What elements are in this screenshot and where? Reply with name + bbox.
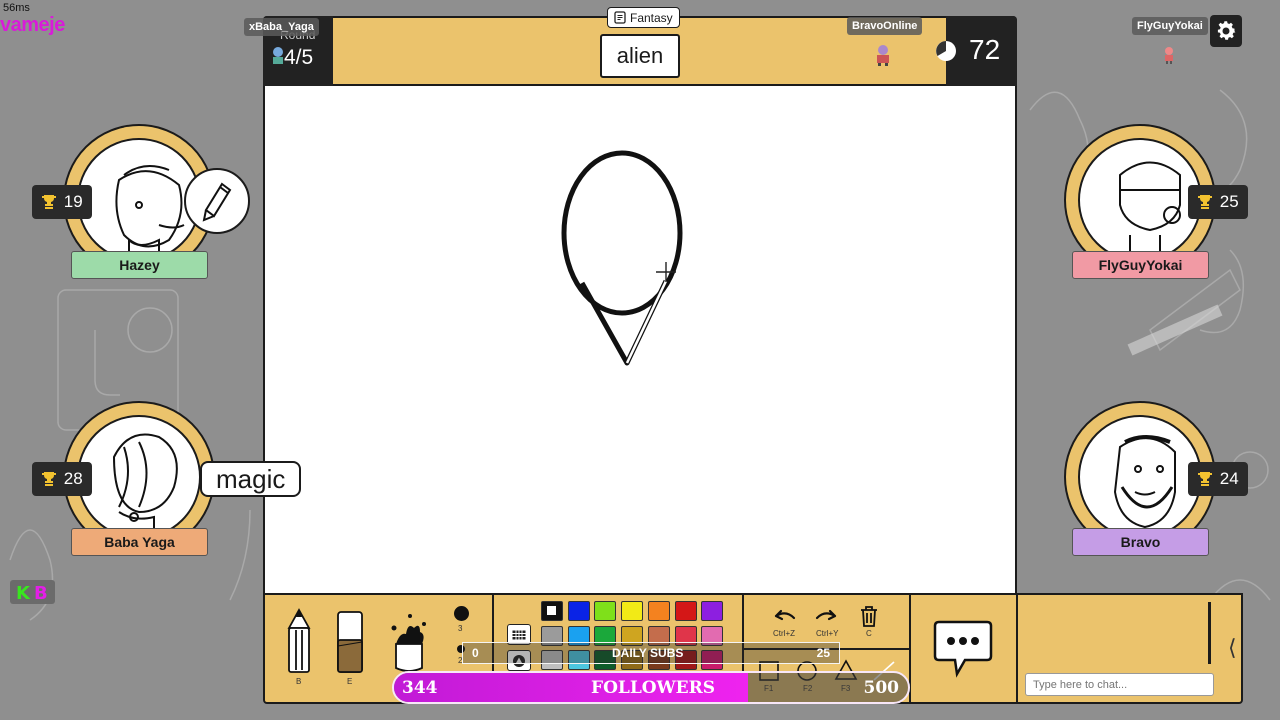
timer-value: 72 bbox=[969, 34, 1001, 65]
score-value: 24 bbox=[1219, 469, 1239, 488]
undo-icon bbox=[774, 609, 796, 621]
score-value: 19 bbox=[63, 192, 83, 211]
score-pill: 25 bbox=[1188, 185, 1248, 219]
svg-text:K: K bbox=[16, 583, 31, 604]
secret-word: alien bbox=[600, 34, 680, 78]
color-swatch[interactable] bbox=[674, 601, 697, 621]
chat-scrollbar[interactable] bbox=[1208, 602, 1211, 664]
brush-size-large[interactable] bbox=[454, 606, 469, 621]
pencil-icon bbox=[287, 608, 311, 673]
player-avatar bbox=[77, 138, 201, 262]
color-swatch[interactable] bbox=[701, 601, 724, 621]
svg-text:B: B bbox=[34, 583, 48, 604]
clear-button[interactable] bbox=[859, 605, 879, 632]
color-swatch[interactable] bbox=[594, 601, 617, 621]
drawing-indicator bbox=[184, 168, 250, 234]
score-value: 25 bbox=[1219, 192, 1239, 211]
trash-icon bbox=[861, 606, 877, 627]
grid-icon bbox=[512, 629, 526, 640]
daily-subs-bar: 0 DAILY SUBS 25 bbox=[462, 642, 840, 664]
score-pill: 28 bbox=[32, 462, 92, 496]
trophy-icon bbox=[42, 195, 57, 209]
pencil-shortcut: B bbox=[296, 677, 302, 686]
redo-icon bbox=[815, 609, 837, 621]
player-name-plate: Bravo bbox=[1072, 528, 1209, 556]
host-name-tag: xBaba_Yaga bbox=[244, 18, 319, 36]
gear-icon bbox=[1217, 21, 1236, 40]
drawing-canvas[interactable] bbox=[263, 86, 1017, 594]
player-avatar bbox=[1078, 415, 1202, 539]
toolbar-divider bbox=[1016, 595, 1018, 702]
brand-logo: vameje bbox=[0, 14, 65, 36]
viewer-name-tag: FlyGuyYokai bbox=[1132, 17, 1208, 35]
player-avatar bbox=[77, 415, 201, 539]
redo-shortcut: Ctrl+Y bbox=[816, 629, 839, 638]
subs-min: 0 bbox=[472, 646, 479, 660]
subs-goal: 25 bbox=[816, 646, 830, 660]
drawer-avatar-icon bbox=[874, 44, 892, 71]
color-swatch[interactable] bbox=[567, 601, 590, 621]
category-label: Fantasy bbox=[630, 10, 673, 25]
brush-size-label: 3 bbox=[458, 624, 463, 633]
paint-bucket-icon bbox=[391, 614, 426, 672]
canvas-drawing bbox=[561, 150, 683, 366]
color-swatch[interactable] bbox=[647, 601, 670, 621]
followers-goal: 500 bbox=[863, 677, 900, 698]
clear-shortcut: C bbox=[866, 629, 872, 638]
eraser-shortcut: E bbox=[347, 677, 353, 686]
score-value: 28 bbox=[63, 469, 83, 488]
speech-bubble-icon bbox=[933, 620, 993, 678]
color-swatch[interactable] bbox=[621, 601, 644, 621]
trophy-icon bbox=[1198, 472, 1213, 486]
undo-shortcut: Ctrl+Z bbox=[773, 629, 795, 638]
player-avatar bbox=[1078, 138, 1202, 262]
score-pill: 19 bbox=[32, 185, 92, 219]
drawer-name-tag: BravoOnline bbox=[847, 17, 923, 35]
viewer-avatar-icon bbox=[1163, 46, 1175, 69]
fill-tool[interactable] bbox=[388, 608, 430, 677]
redo-button[interactable] bbox=[815, 606, 839, 631]
document-icon bbox=[614, 11, 626, 24]
pencil-tool[interactable] bbox=[285, 608, 313, 681]
followers-label: FOLLOWERS bbox=[591, 677, 716, 698]
player-name-plate: Baba Yaga bbox=[71, 528, 208, 556]
guess-bubble: magic bbox=[200, 461, 302, 497]
chat-input[interactable] bbox=[1025, 673, 1214, 696]
ping-indicator: 56ms bbox=[3, 2, 30, 14]
chat-collapse-icon[interactable]: ⟨ bbox=[1228, 635, 1237, 661]
pencil-icon bbox=[202, 182, 232, 222]
eraser-icon bbox=[337, 611, 363, 673]
followers-count: 344 bbox=[402, 677, 438, 698]
host-avatar-icon bbox=[270, 46, 286, 71]
chat-toggle-button[interactable] bbox=[933, 620, 993, 683]
kb-logo: KB bbox=[10, 580, 55, 604]
timer-clock-icon bbox=[934, 39, 958, 68]
subs-label: DAILY SUBS bbox=[611, 646, 684, 660]
category-tag: Fantasy bbox=[607, 7, 680, 28]
undo-button[interactable] bbox=[772, 606, 796, 631]
trophy-icon bbox=[1198, 195, 1213, 209]
trophy-icon bbox=[42, 472, 57, 486]
eraser-tool[interactable] bbox=[336, 610, 364, 679]
settings-button[interactable] bbox=[1210, 15, 1242, 47]
player-name-plate: FlyGuyYokai bbox=[1072, 251, 1209, 279]
player-name-plate: Hazey bbox=[71, 251, 208, 279]
color-swatch-selected[interactable] bbox=[541, 601, 563, 621]
score-pill: 24 bbox=[1188, 462, 1248, 496]
round-value: 4/5 bbox=[284, 46, 314, 69]
followers-goal-bar: 344 FOLLOWERS 500 bbox=[392, 671, 910, 704]
